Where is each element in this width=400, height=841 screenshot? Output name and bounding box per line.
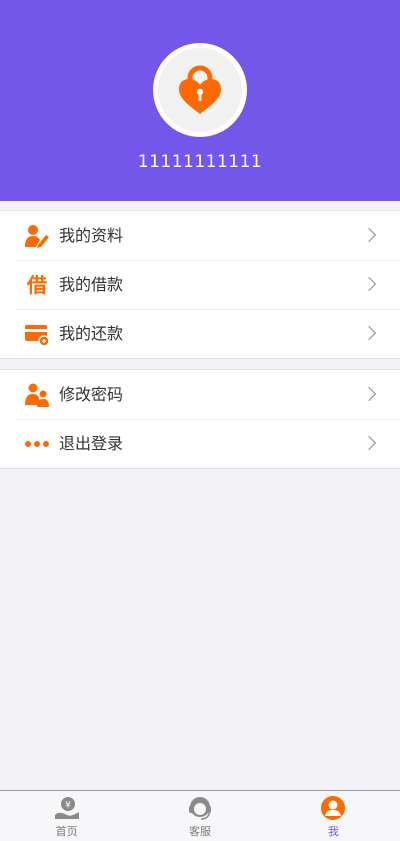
heart-lock-icon: [179, 65, 221, 114]
avatar-inner: [158, 48, 242, 132]
tab-label: 首页: [55, 825, 78, 838]
menu-group-security: 修改密码 退出登录: [0, 369, 400, 469]
menu-item-label: 我的资料: [59, 226, 124, 245]
menu-item-logout[interactable]: 退出登录: [0, 419, 400, 468]
menu-item-my-loans[interactable]: 借 我的借款: [0, 260, 400, 309]
user-phone: 11111111111: [137, 152, 263, 172]
chevron-right-icon: [361, 227, 377, 243]
borrow-icon: 借: [24, 272, 50, 298]
chevron-right-icon: [361, 435, 377, 451]
profile-header: 11111111111: [0, 0, 400, 201]
menu-item-label: 我的还款: [59, 324, 124, 343]
menu-item-label: 我的借款: [59, 275, 124, 294]
tab-me[interactable]: 我: [267, 791, 400, 841]
more-dots-icon: [24, 431, 50, 457]
tab-home[interactable]: ¥ 首页: [0, 791, 133, 841]
chevron-right-icon: [361, 276, 377, 292]
user-edit-icon: [24, 223, 50, 249]
avatar[interactable]: [153, 43, 247, 137]
menu-item-my-profile[interactable]: 我的资料: [0, 211, 400, 260]
users-icon: [24, 382, 50, 408]
service-icon: [187, 795, 213, 821]
menu-item-my-repayments[interactable]: 我的还款: [0, 309, 400, 358]
borrow-icon-char: 借: [27, 273, 47, 297]
tab-service[interactable]: 客服: [133, 791, 266, 841]
menu-item-change-password[interactable]: 修改密码: [0, 370, 400, 419]
menu-group-account: 我的资料 借 我的借款 我的还款: [0, 210, 400, 359]
menu-item-label: 退出登录: [59, 434, 124, 453]
bottom-tab-bar: ¥ 首页 客服 我: [0, 790, 400, 841]
menu-item-label: 修改密码: [59, 385, 124, 404]
chevron-right-icon: [361, 386, 377, 402]
profile-icon: [320, 795, 346, 821]
chevron-right-icon: [361, 325, 377, 341]
tab-label: 我: [327, 825, 339, 838]
tab-label: 客服: [188, 825, 211, 838]
svg-text:¥: ¥: [65, 801, 71, 811]
home-money-icon: ¥: [54, 795, 80, 821]
card-icon: [24, 321, 50, 347]
